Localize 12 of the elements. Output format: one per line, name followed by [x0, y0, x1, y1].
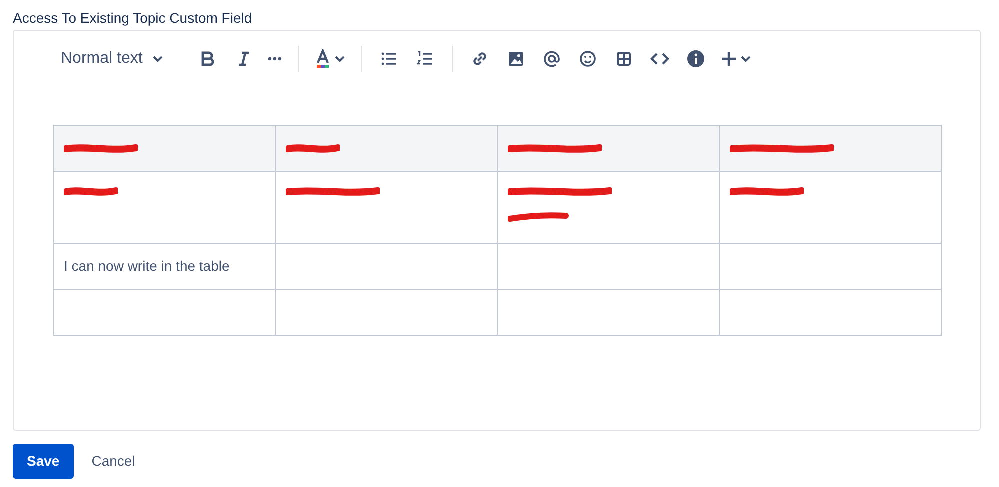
more-icon — [268, 57, 282, 61]
text-color-icon — [314, 49, 331, 69]
plus-icon — [720, 51, 737, 67]
save-button[interactable]: Save — [13, 444, 74, 479]
chevron-down-icon — [152, 55, 163, 63]
cancel-button[interactable]: Cancel — [78, 444, 150, 479]
field-label: Access To Existing Topic Custom Field — [13, 9, 252, 28]
info-icon — [684, 48, 707, 70]
text-style-dropdown[interactable]: Normal text — [53, 45, 171, 73]
chevron-down-icon — [334, 55, 345, 63]
table-cell: I can now write in the table — [54, 244, 276, 290]
chevron-down-icon — [740, 55, 751, 63]
